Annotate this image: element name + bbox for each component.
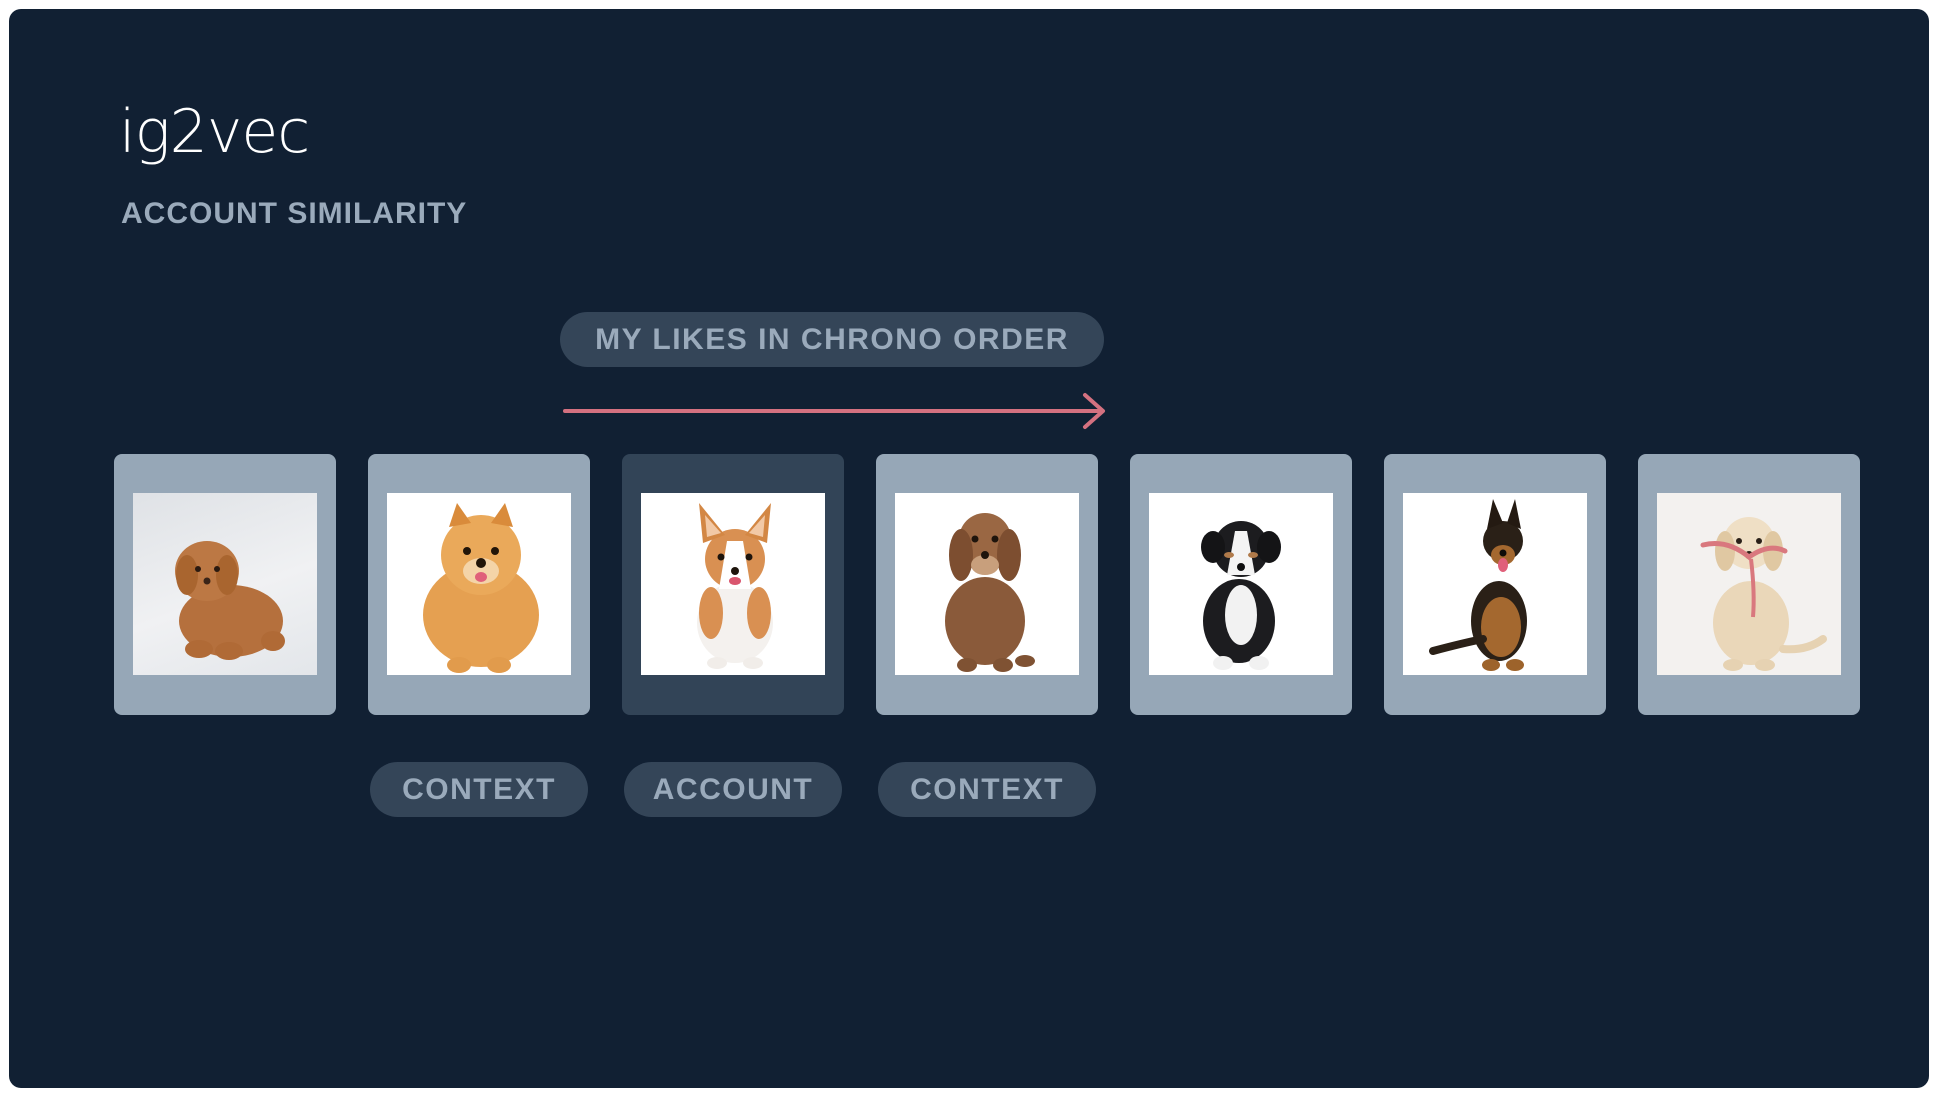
golden-retriever-puppy-photo [1657, 493, 1841, 675]
toy-poodle-puppy-photo [133, 493, 317, 675]
corgi-photo [641, 493, 825, 675]
liked-post-card-1 [114, 454, 336, 715]
australian-shepherd-puppy-photo [1149, 493, 1333, 675]
liked-post-card-6 [1384, 454, 1606, 715]
chrono-arrow-icon [563, 393, 1105, 429]
left-context-pill: CONTEXT [370, 762, 588, 817]
liked-post-card-2 [368, 454, 590, 715]
german-shepherd-puppy-photo [1403, 493, 1587, 675]
slide: ig2vec ACCOUNT SIMILARITY MY LIKES IN CH… [9, 9, 1929, 1088]
liked-post-card-4 [876, 454, 1098, 715]
liked-post-card-5 [1130, 454, 1352, 715]
liked-post-card-7 [1638, 454, 1860, 715]
liked-post-card-3 [622, 454, 844, 715]
subtitle: ACCOUNT SIMILARITY [121, 197, 468, 230]
pomeranian-photo [387, 493, 571, 675]
title: ig2vec [119, 97, 310, 167]
likes-order-pill: MY LIKES IN CHRONO ORDER [560, 312, 1104, 367]
cavapoo-puppy-photo [895, 493, 1079, 675]
account-pill: ACCOUNT [624, 762, 842, 817]
right-context-pill: CONTEXT [878, 762, 1096, 817]
